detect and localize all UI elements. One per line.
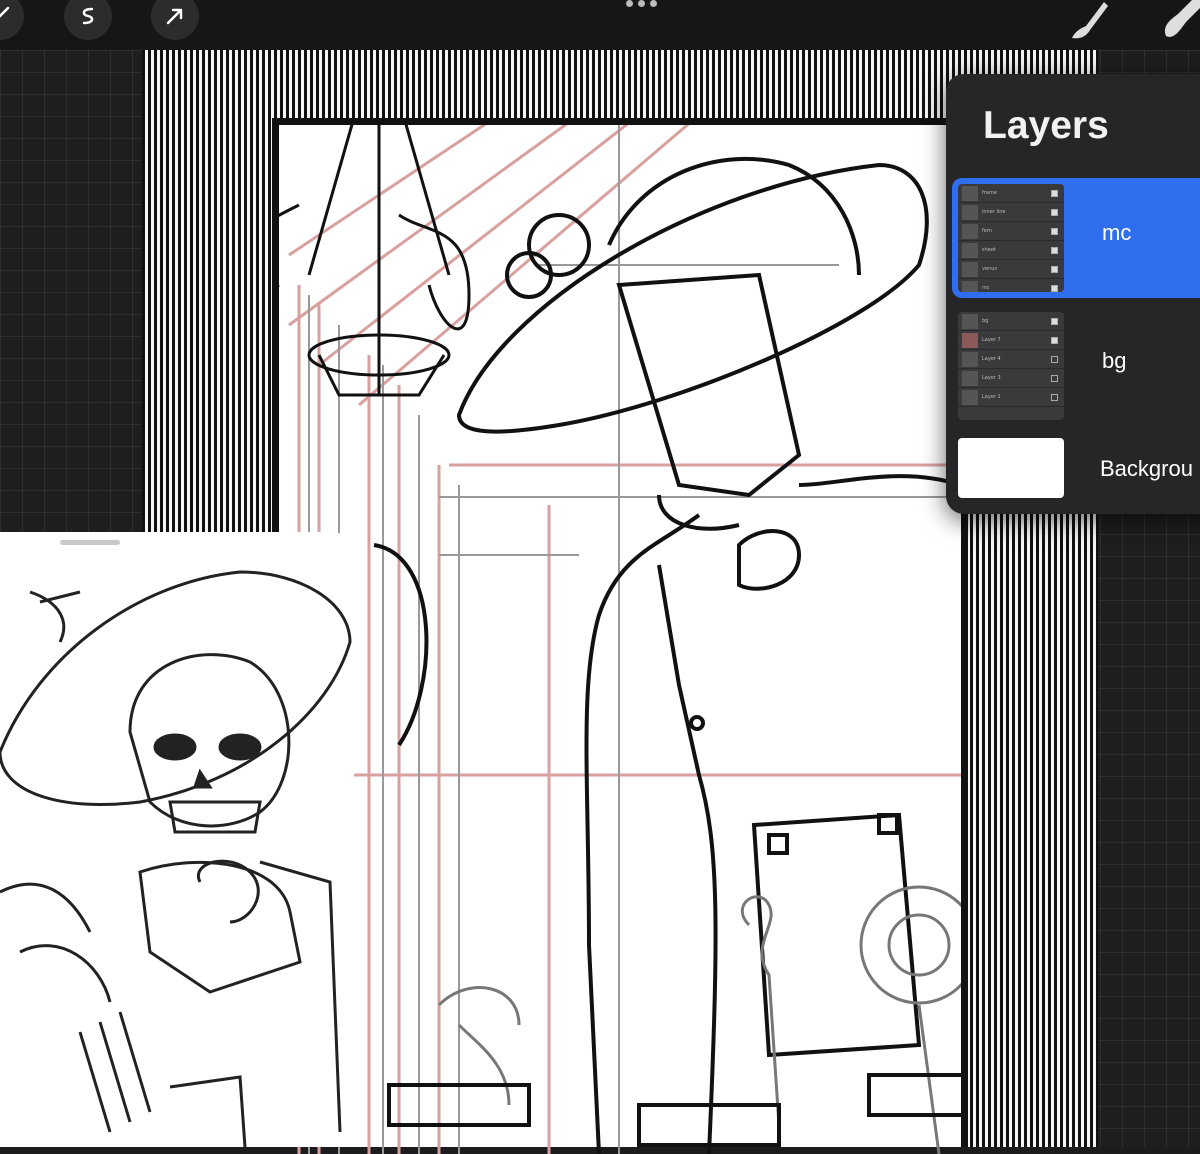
- sublayer-row[interactable]: Layer 1: [958, 388, 1064, 407]
- visibility-checkbox[interactable]: [1051, 374, 1058, 382]
- top-toolbar: [0, 0, 1200, 50]
- background-layer-name: Backgrou: [1100, 456, 1193, 481]
- layer-group-thumbnail: bg Layer 7 Layer 4 Layer 3 Layer 1: [958, 312, 1064, 420]
- layers-panel: Layers frame inner line fern sheet venus…: [946, 74, 1200, 514]
- sublayer-row[interactable]: inner line: [958, 203, 1064, 222]
- smudge-icon[interactable]: [1158, 0, 1200, 44]
- sublayer-row[interactable]: sheet: [958, 241, 1064, 260]
- visibility-checkbox[interactable]: [1051, 317, 1058, 325]
- visibility-checkbox[interactable]: [1051, 208, 1058, 216]
- layer-group-mc[interactable]: frame inner line fern sheet venus mc mc: [952, 178, 1200, 298]
- sublayer-row[interactable]: Layer 4: [958, 350, 1064, 369]
- sublayer-row[interactable]: Layer 3: [958, 369, 1064, 388]
- sublayer-row[interactable]: bg: [958, 312, 1064, 331]
- selection-icon[interactable]: [64, 0, 112, 40]
- layer-group-name: bg: [1102, 348, 1127, 373]
- visibility-checkbox[interactable]: [1051, 265, 1058, 273]
- adjustments-icon[interactable]: [0, 0, 24, 40]
- visibility-checkbox[interactable]: [1051, 284, 1058, 292]
- layer-background[interactable]: Backgrou: [952, 434, 1200, 504]
- visibility-checkbox[interactable]: [1051, 246, 1058, 254]
- toolbar-grabber[interactable]: [626, 0, 657, 7]
- sublayer-row[interactable]: venus: [958, 260, 1064, 279]
- sublayer-row[interactable]: fern: [958, 222, 1064, 241]
- artwork-sketch: [279, 125, 961, 1154]
- artwork-frame: [272, 118, 968, 1154]
- sublayer-row[interactable]: frame: [958, 184, 1064, 203]
- visibility-checkbox[interactable]: [1051, 393, 1058, 401]
- brush-icon[interactable]: [1066, 0, 1110, 44]
- sublayer-row[interactable]: mc: [958, 279, 1064, 292]
- sublayer-row[interactable]: Layer 7: [958, 331, 1064, 350]
- visibility-checkbox[interactable]: [1051, 336, 1058, 344]
- layer-group-bg[interactable]: bg Layer 7 Layer 4 Layer 3 Layer 1 bg: [952, 306, 1200, 426]
- reference-sketch: [0, 570, 352, 1147]
- layers-title: Layers: [983, 104, 1109, 147]
- layer-group-name: mc: [1102, 220, 1132, 245]
- visibility-checkbox[interactable]: [1051, 355, 1058, 363]
- reference-window[interactable]: [0, 532, 354, 1147]
- layer-group-thumbnail: frame inner line fern sheet venus mc: [958, 184, 1064, 292]
- visibility-checkbox[interactable]: [1051, 227, 1058, 235]
- background-thumbnail: [958, 438, 1064, 498]
- transform-icon[interactable]: [151, 0, 199, 40]
- visibility-checkbox[interactable]: [1051, 189, 1058, 197]
